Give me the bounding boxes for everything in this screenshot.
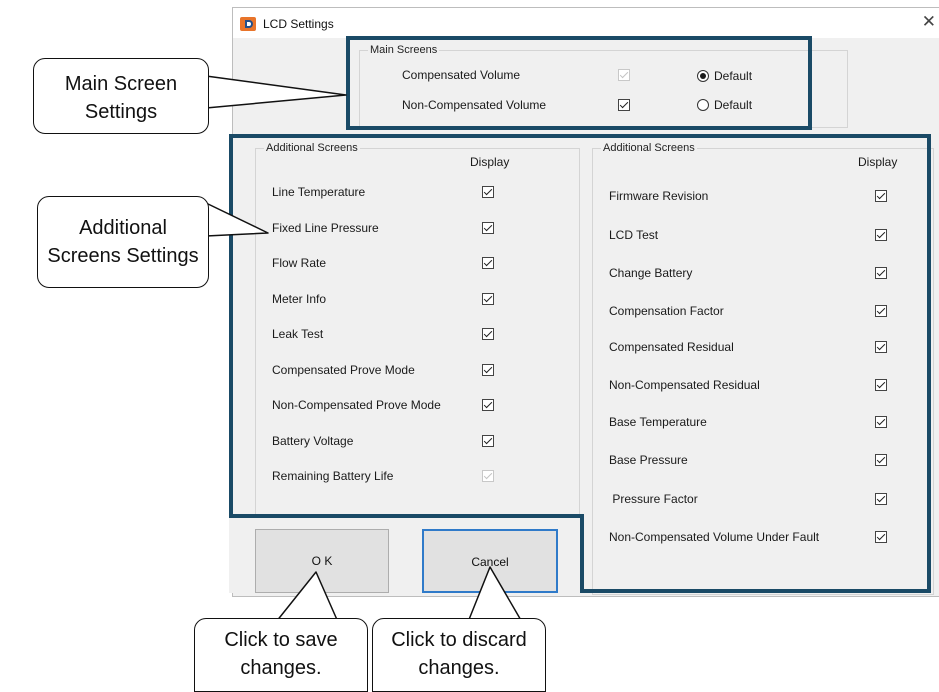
additional-screens-settings-callout: Additional Screens Settings xyxy=(37,196,209,288)
callout-line: Main Screen xyxy=(64,73,178,95)
callout-line: Settings xyxy=(84,101,158,123)
callout-line: Click to discard xyxy=(391,629,527,651)
callout-line: Click to save xyxy=(224,629,338,651)
save-callout: Click to save changes. xyxy=(194,618,368,692)
callout-line: changes. xyxy=(240,657,322,679)
callout-line: Additional xyxy=(79,217,167,239)
callout-line: Screens Settings xyxy=(47,245,199,267)
discard-callout: Click to discard changes. xyxy=(372,618,546,692)
callout-line: changes. xyxy=(418,657,500,679)
main-screen-settings-callout: Main Screen Settings xyxy=(33,58,209,134)
